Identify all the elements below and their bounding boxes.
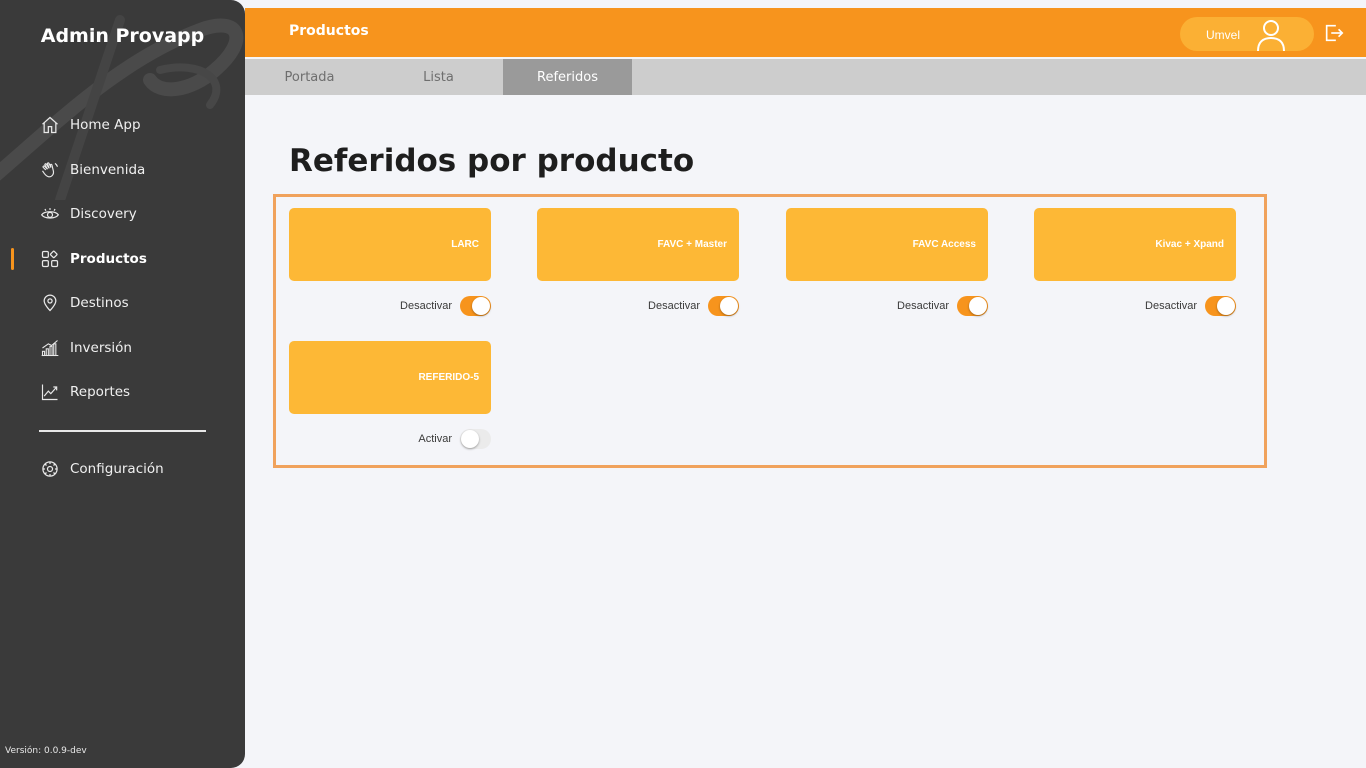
- sidebar-item-discovery[interactable]: Discovery: [0, 192, 245, 237]
- sidebar-item-label: Bienvenida: [70, 161, 146, 178]
- sidebar-item-inversion[interactable]: Inversión: [0, 326, 245, 371]
- product-card-larc[interactable]: LARC: [289, 208, 491, 281]
- product-toggle-switch[interactable]: [460, 296, 491, 316]
- sidebar-item-bienvenida[interactable]: Bienvenida: [0, 148, 245, 193]
- product-card-referido-5[interactable]: REFERIDO-5: [289, 341, 491, 414]
- top-header: Productos Umvel: [245, 8, 1366, 57]
- sidebar-item-label: Configuración: [70, 461, 164, 478]
- wave-hand-icon: [39, 159, 61, 181]
- toggle-label: Desactivar: [400, 300, 452, 312]
- sidebar-item-productos[interactable]: Productos: [0, 237, 245, 282]
- sidebar-item-label: Home App: [70, 117, 141, 134]
- toggle-knob: [720, 297, 738, 315]
- sidebar-item-label: Discovery: [70, 206, 137, 223]
- product-toggle-row: Activar: [289, 428, 491, 450]
- toggle-knob: [472, 297, 490, 315]
- product-toggle-row: Desactivar: [289, 295, 491, 317]
- product-card-favc-master[interactable]: FAVC + Master: [537, 208, 739, 281]
- tab-referidos[interactable]: Referidos: [503, 59, 632, 95]
- sidebar-nav: Home App Bienvenida Discovery Productos …: [0, 103, 245, 415]
- sidebar-config: Configuración: [0, 447, 245, 492]
- product-card-kivac-xpand[interactable]: Kivac + Xpand: [1034, 208, 1236, 281]
- product-card-favc-access[interactable]: FAVC Access: [786, 208, 988, 281]
- home-icon: [39, 114, 61, 136]
- product-toggle-row: Desactivar: [1034, 295, 1236, 317]
- toggle-label: Desactivar: [897, 300, 949, 312]
- product-toggle-switch[interactable]: [1205, 296, 1236, 316]
- toggle-label: Activar: [418, 433, 452, 445]
- section-tabs: Portada Lista Referidos: [245, 59, 1366, 95]
- product-toggle-row: Desactivar: [786, 295, 988, 317]
- sidebar-item-label: Destinos: [70, 295, 129, 312]
- toggle-label: Desactivar: [648, 300, 700, 312]
- page-title: Referidos por producto: [289, 143, 695, 179]
- product-toggle-switch[interactable]: [708, 296, 739, 316]
- sidebar: Admin Provapp Home App Bienvenida Discov…: [0, 0, 245, 768]
- sidebar-item-label: Reportes: [70, 384, 131, 401]
- grid-icon: [39, 248, 61, 270]
- logout-icon[interactable]: [1323, 22, 1345, 44]
- product-toggle-switch[interactable]: [460, 429, 491, 449]
- map-pin-icon: [39, 292, 61, 314]
- toggle-knob: [461, 430, 479, 448]
- user-avatar-icon: [1257, 20, 1285, 52]
- product-toggle-switch[interactable]: [957, 296, 988, 316]
- gear-icon: [39, 458, 61, 480]
- sidebar-item-home-app[interactable]: Home App: [0, 103, 245, 148]
- tab-portada[interactable]: Portada: [245, 59, 374, 95]
- referrals-panel: LARC Desactivar FAVC + Master Desactivar…: [273, 194, 1267, 468]
- eye-icon: [39, 203, 61, 225]
- toggle-label: Desactivar: [1145, 300, 1197, 312]
- toggle-knob: [969, 297, 987, 315]
- header-title: Productos: [289, 23, 369, 39]
- sidebar-item-configuracion[interactable]: Configuración: [0, 447, 245, 492]
- user-name: Umvel: [1206, 28, 1241, 42]
- toggle-knob: [1217, 297, 1235, 315]
- brand-title: Admin Provapp: [40, 25, 205, 47]
- sidebar-item-label: Inversión: [70, 339, 132, 356]
- bar-chart-icon: [39, 337, 61, 359]
- sidebar-divider: [39, 430, 206, 432]
- app-version: Versión: 0.0.9-dev: [5, 746, 87, 756]
- product-toggle-row: Desactivar: [537, 295, 739, 317]
- user-menu-button[interactable]: Umvel: [1180, 17, 1314, 52]
- sidebar-item-destinos[interactable]: Destinos: [0, 281, 245, 326]
- line-chart-icon: [39, 381, 61, 403]
- sidebar-item-reportes[interactable]: Reportes: [0, 370, 245, 415]
- sidebar-item-label: Productos: [70, 250, 147, 267]
- tab-lista[interactable]: Lista: [374, 59, 503, 95]
